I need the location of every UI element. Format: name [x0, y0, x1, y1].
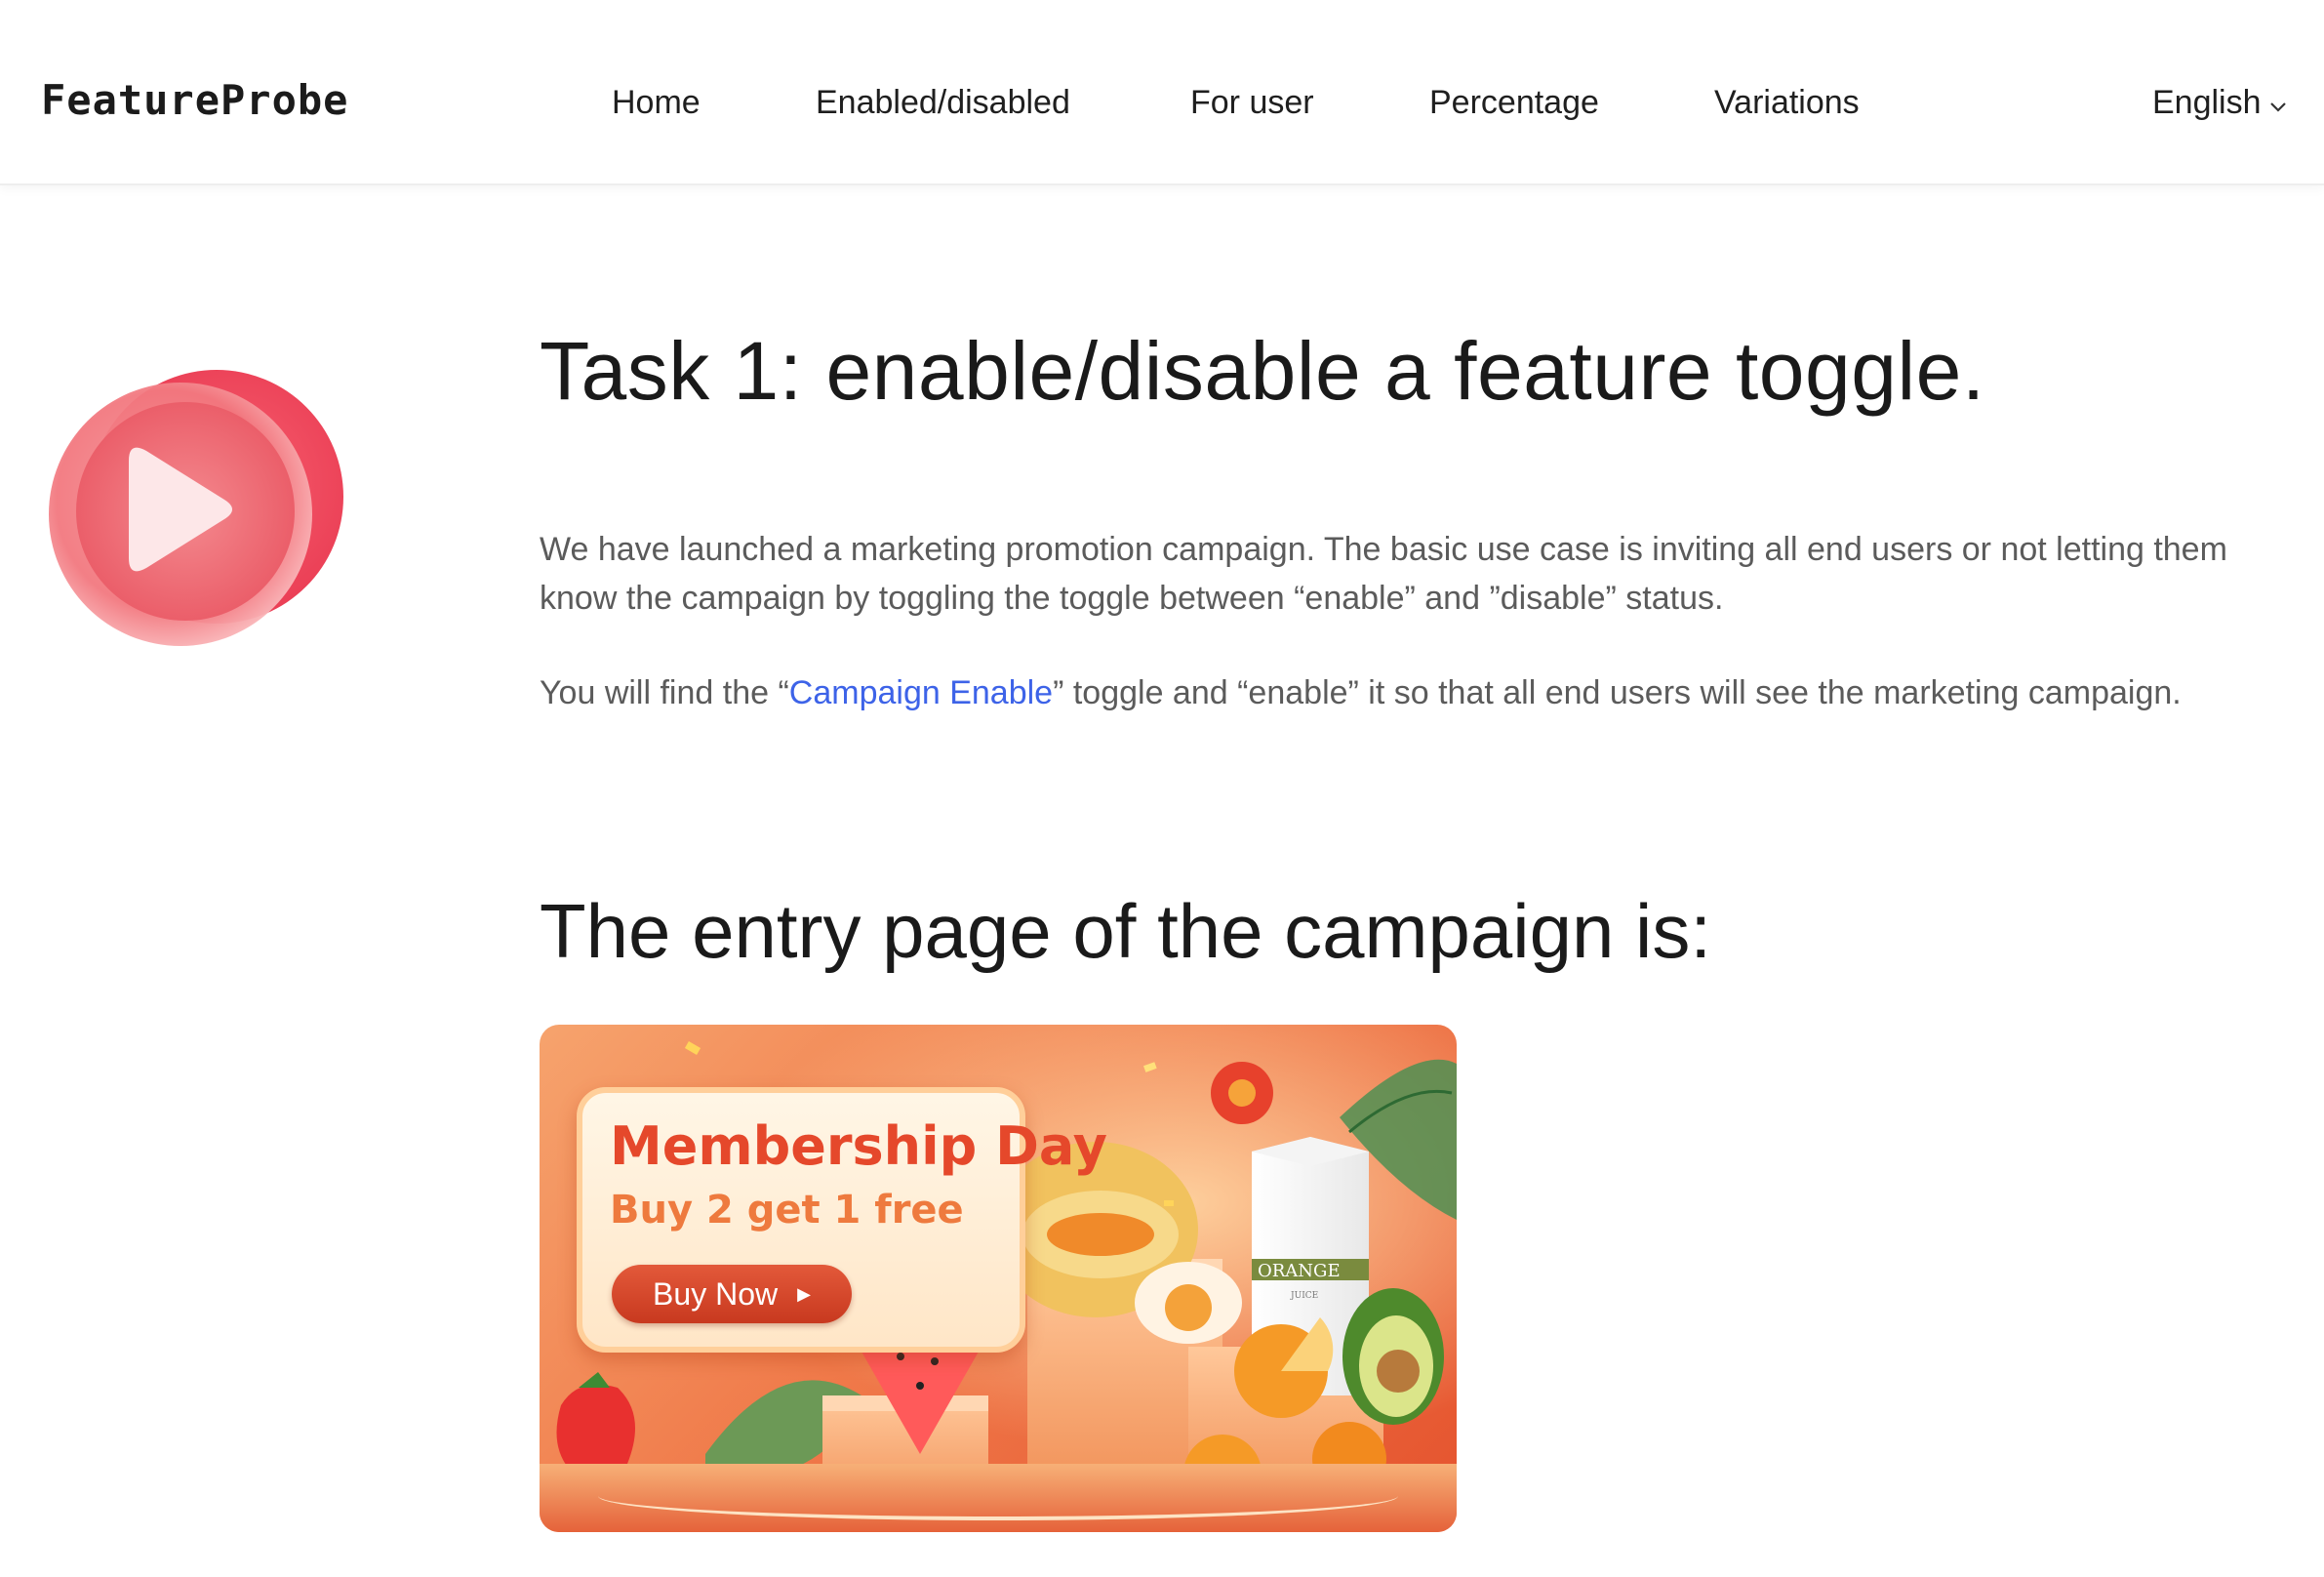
nav-home[interactable]: Home [612, 86, 701, 119]
instruction-paragraph: You will find the “Campaign Enable” togg… [540, 668, 2286, 717]
play-icon [49, 363, 351, 646]
page-title: Task 1: enable/disable a feature toggle. [540, 325, 1985, 417]
chevron-down-icon [2269, 86, 2287, 119]
banner-floor-arc [598, 1472, 1398, 1520]
carton-sublabel: JUICE [1290, 1291, 1318, 1301]
promo-card: Membership Day Buy 2 get 1 free Buy Now … [577, 1087, 1107, 1353]
featureprobe-logo[interactable]: FeatureProbe [41, 80, 348, 121]
nav-for-user[interactable]: For user [1190, 86, 1314, 119]
promo-subtitle: Buy 2 get 1 free [610, 1188, 964, 1233]
buy-now-button[interactable]: Buy Now ▶ [612, 1265, 852, 1323]
caret-right-icon: ▶ [797, 1283, 811, 1304]
buy-now-label: Buy Now [653, 1275, 779, 1312]
carton-label: ORANGE [1258, 1261, 1341, 1281]
instruction-text-before: You will find the “ [540, 674, 789, 711]
nav-enabled-disabled[interactable]: Enabled/disabled [816, 86, 1070, 119]
campaign-banner[interactable]: ORANGE JUICE Membership Day Buy 2 get 1 … [540, 1025, 1457, 1532]
top-navigation-bar: FeatureProbe Home Enabled/disabled For u… [0, 0, 2324, 185]
nav-variations[interactable]: Variations [1714, 86, 1860, 119]
promo-title: Membership Day [610, 1115, 1107, 1177]
language-label: English [2152, 84, 2262, 121]
instruction-text-after: ” toggle and “enable” it so that all end… [1053, 674, 2182, 711]
language-selector[interactable]: English [2152, 86, 2287, 119]
nav-percentage[interactable]: Percentage [1429, 86, 1599, 119]
description-paragraph: We have launched a marketing promotion c… [540, 531, 2227, 617]
section-subtitle: The entry page of the campaign is: [540, 888, 1712, 974]
campaign-enable-link[interactable]: Campaign Enable [789, 674, 1053, 711]
